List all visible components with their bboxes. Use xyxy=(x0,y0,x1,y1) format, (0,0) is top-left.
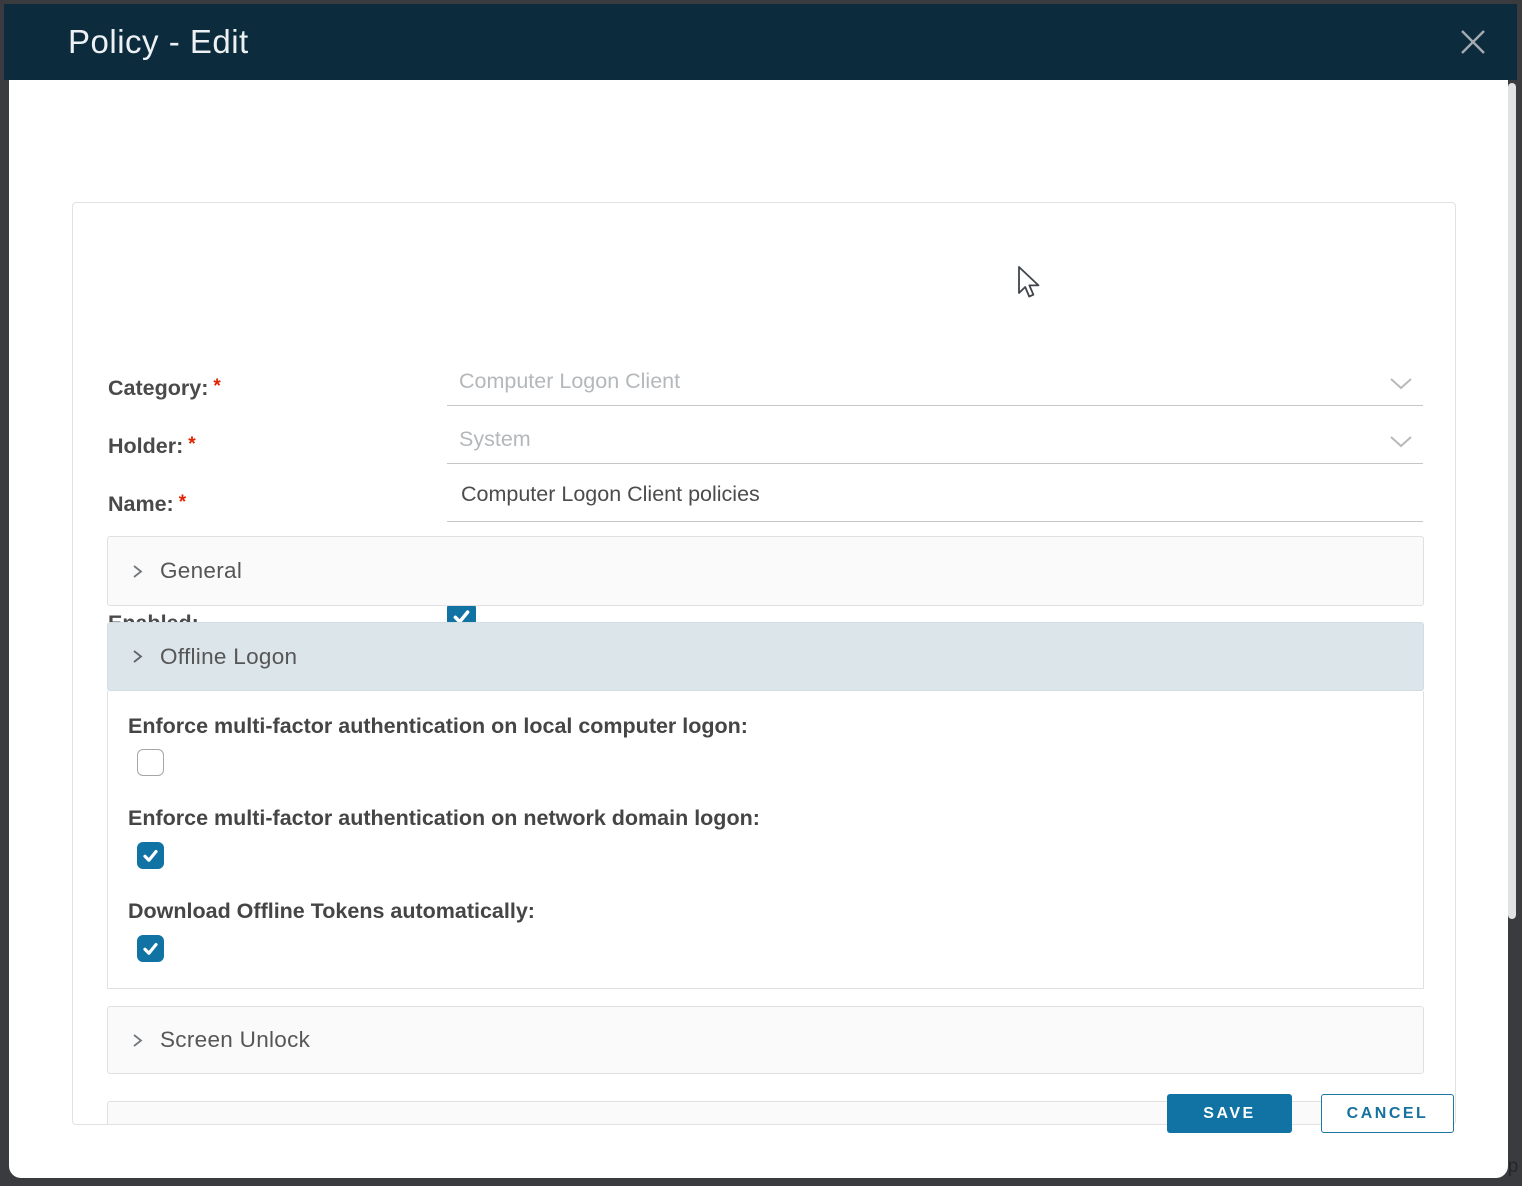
chevron-down-icon xyxy=(1389,377,1413,395)
page-title: Policy - Edit xyxy=(68,23,249,61)
section-offline-logon[interactable]: Offline Logon xyxy=(107,622,1424,691)
close-icon xyxy=(1458,27,1488,57)
section-label: UAC (User Access Control) xyxy=(160,1122,440,1125)
checkmark-icon xyxy=(141,939,160,958)
download-offline-tokens-label: Download Offline Tokens automatically: xyxy=(128,899,535,924)
cancel-button[interactable]: CANCEL xyxy=(1321,1094,1454,1133)
modal-header: Policy - Edit xyxy=(4,4,1517,80)
name-field-row xyxy=(447,479,1423,522)
required-asterisk: * xyxy=(179,492,186,513)
holder-select[interactable]: System xyxy=(447,421,1423,464)
chevron-right-icon xyxy=(130,563,145,580)
chevron-right-icon xyxy=(130,1032,145,1049)
category-value: Computer Logon Client xyxy=(459,369,680,394)
policy-form-card: Category:* Computer Logon Client Holder:… xyxy=(72,202,1456,1125)
checkmark-icon xyxy=(141,846,160,865)
modal-body: Category:* Computer Logon Client Holder:… xyxy=(9,80,1508,1178)
required-asterisk: * xyxy=(188,434,195,455)
offline-logon-panel: Enforce multi-factor authentication on l… xyxy=(107,691,1424,989)
section-label: Offline Logon xyxy=(160,644,297,670)
chevron-down-icon xyxy=(1389,435,1413,453)
section-general[interactable]: General xyxy=(107,536,1424,606)
mfa-local-logon-checkbox[interactable] xyxy=(137,749,164,776)
required-asterisk: * xyxy=(213,376,220,397)
section-label: Screen Unlock xyxy=(160,1027,310,1053)
save-button[interactable]: SAVE xyxy=(1167,1094,1292,1133)
mfa-network-logon-checkbox[interactable] xyxy=(137,842,164,869)
name-label: Name:* xyxy=(108,492,186,517)
section-label: General xyxy=(160,558,242,584)
category-label: Category:* xyxy=(108,376,221,401)
category-select[interactable]: Computer Logon Client xyxy=(447,363,1423,406)
section-screen-unlock[interactable]: Screen Unlock xyxy=(107,1006,1424,1074)
vertical-scrollbar[interactable] xyxy=(1508,83,1516,919)
chevron-right-icon xyxy=(130,648,145,665)
mfa-network-logon-label: Enforce multi-factor authentication on n… xyxy=(128,806,760,831)
name-input[interactable] xyxy=(459,481,1413,508)
mfa-local-logon-label: Enforce multi-factor authentication on l… xyxy=(128,714,748,739)
holder-value: System xyxy=(459,427,531,452)
close-button[interactable] xyxy=(1457,26,1489,58)
holder-label: Holder:* xyxy=(108,434,196,459)
download-offline-tokens-checkbox[interactable] xyxy=(137,935,164,962)
